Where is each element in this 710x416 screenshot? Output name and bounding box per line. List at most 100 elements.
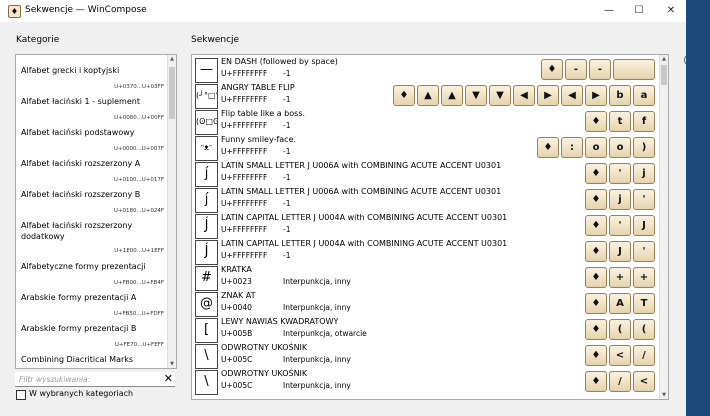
sequence-glyph: [ bbox=[195, 318, 218, 343]
sequence-list[interactable]: \ ODWROTNY UKOŚNIK U+005C Interpunkcja, inn… bbox=[191, 54, 669, 400]
scroll-up-arrow-icon[interactable]: ▲ bbox=[660, 55, 668, 63]
category-name: Arabskie formy prezentacji B bbox=[21, 324, 137, 333]
sequence-codepoint: U+FFFFFFFF bbox=[221, 69, 268, 78]
category-item[interactable]: Alfabet łaciński rozszerzony B U+0180...U… bbox=[16, 185, 166, 216]
search-box: ✕ bbox=[15, 372, 175, 387]
sequence-row[interactable]: ȷ́ LATIN SMALL LETTER J U006A with COMBIN… bbox=[195, 187, 655, 213]
category-scroll-thumb[interactable] bbox=[169, 67, 175, 119]
sequence-key: ▼ bbox=[465, 85, 487, 106]
sequence-key: J bbox=[609, 241, 631, 262]
scroll-up-arrow-icon[interactable]: ▲ bbox=[168, 55, 176, 63]
sequence-scrollbar[interactable]: ▲ ▼ bbox=[659, 55, 668, 399]
sequence-category: Interpunkcja, inny bbox=[283, 303, 351, 312]
sequence-name: Flip table like a boss. bbox=[221, 109, 306, 118]
sequence-key: o bbox=[585, 137, 607, 158]
sequence-key: : bbox=[561, 137, 583, 158]
sequence-row[interactable]: @ ZNAK AT U+0040 Interpunkcja, inny T A ♦ bbox=[195, 291, 655, 317]
sequence-category: Interpunkcja, otwarcie bbox=[283, 329, 367, 338]
category-item[interactable]: Alfabetyczne formy prezentacji U+FB00...U… bbox=[16, 257, 166, 288]
compose-key-icon: ♦ bbox=[585, 163, 607, 184]
close-button[interactable]: ✕ bbox=[656, 0, 686, 22]
category-range: U+0100...U+017F bbox=[113, 177, 164, 183]
sequence-row[interactable]: \ ODWROTNY UKOŚNIK U+005C Interpunkcja, inn… bbox=[195, 369, 655, 395]
selected-categories-checkbox[interactable] bbox=[16, 390, 26, 400]
category-range: U+0000...U+007F bbox=[113, 146, 164, 152]
category-item[interactable]: Combining Diacritical Marks bbox=[16, 350, 166, 368]
category-item[interactable]: Alfabet łaciński podstawowy U+0000...U+00… bbox=[16, 123, 166, 154]
wincompose-app-icon: ♦ bbox=[8, 5, 21, 18]
sequence-category: -1 bbox=[283, 121, 291, 130]
category-name: Alfabet grecki i koptyjski bbox=[21, 66, 120, 75]
scroll-down-arrow-icon[interactable]: ▼ bbox=[660, 391, 668, 399]
sequence-glyph: ᵔᴥᵔ bbox=[195, 136, 218, 161]
sequence-key: t bbox=[609, 111, 631, 132]
sequence-codepoint: U+FFFFFFFF bbox=[221, 225, 268, 234]
sequence-name: LATIN SMALL LETTER J U006A with COMBININ… bbox=[221, 187, 502, 196]
compose-key-icon: ♦ bbox=[541, 59, 563, 80]
category-item[interactable]: Alfabet łaciński rozszerzony A U+0100...U… bbox=[16, 154, 166, 185]
sequence-row[interactable]: J́ LATIN CAPITAL LETTER J U004A with COMB… bbox=[195, 213, 655, 239]
sequence-scroll-thumb[interactable] bbox=[661, 65, 667, 85]
sequence-key: + bbox=[609, 267, 631, 288]
selected-categories-label: W wybranych kategoriach bbox=[29, 389, 134, 398]
sequence-codepoint: U+005C bbox=[221, 381, 253, 390]
sequence-glyph: (╯°□° bbox=[195, 84, 218, 109]
sequences-label: Sekwencje bbox=[191, 35, 240, 45]
minimize-button[interactable]: — bbox=[594, 0, 624, 22]
category-item[interactable]: Alfabet łaciński rozszerzony dodatkowy U+… bbox=[16, 216, 166, 256]
sequence-name: ZNAK AT bbox=[221, 291, 256, 300]
sequence-codepoint: U+FFFFFFFF bbox=[221, 121, 268, 130]
category-list[interactable]: Combining Diacritical Marks Arabskie form… bbox=[15, 54, 177, 369]
maximize-button[interactable]: ☐ bbox=[624, 0, 654, 22]
category-range: U+FB50...U+FDFF bbox=[113, 311, 164, 317]
sequence-row[interactable]: (ʘ□ʘ Flip table like a boss. U+FFFFFFFF -1 f… bbox=[195, 109, 655, 135]
category-item[interactable]: Arabskie formy prezentacji A U+FB50...U+F… bbox=[16, 288, 166, 319]
sequence-row[interactable]: # KRATKA U+0023 Interpunkcja, inny + + ♦ bbox=[195, 265, 655, 291]
scroll-down-arrow-icon[interactable]: ▼ bbox=[168, 360, 176, 368]
category-range: U+0080...U+00FF bbox=[114, 115, 164, 121]
sequence-key: ▶ bbox=[537, 85, 559, 106]
category-item[interactable]: Arabskie formy prezentacji B U+FE70...U+F… bbox=[16, 319, 166, 350]
sequence-key: j bbox=[609, 189, 631, 210]
search-input[interactable] bbox=[19, 373, 149, 385]
sequence-row[interactable]: (╯°□° ANGRY TABLE FLIP U+FFFFFFFF -1 a b ▶ ◀ ▶ ◀ ▼… bbox=[195, 83, 655, 109]
sequence-glyph: ȷ́ bbox=[195, 162, 218, 187]
collapse-panel-icon[interactable]: ‹ bbox=[684, 54, 686, 66]
sequence-row[interactable]: — EN DASH (followed by space) U+FFFFFFFF -1… bbox=[195, 57, 655, 83]
category-name: Alfabetyczne formy prezentacji bbox=[21, 262, 146, 271]
sequence-key: < bbox=[609, 345, 631, 366]
category-item[interactable]: Alfabet łaciński 1 - suplement U+0080...U… bbox=[16, 92, 166, 123]
sequence-category: -1 bbox=[283, 199, 291, 208]
compose-key-icon: ♦ bbox=[585, 371, 607, 392]
sequence-key: A bbox=[609, 293, 631, 314]
sequence-glyph: J́ bbox=[195, 240, 218, 265]
title-bar[interactable]: ♦ Sekwencje — WinCompose — ☐ ✕ bbox=[0, 0, 686, 22]
sequence-name: KRATKA bbox=[221, 265, 252, 274]
sequence-glyph: J́ bbox=[195, 214, 218, 239]
main-window: ♦ Sekwencje — WinCompose — ☐ ✕ Kategorie… bbox=[0, 0, 686, 416]
sequence-row[interactable]: ȷ́ LATIN SMALL LETTER J U006A with COMBIN… bbox=[195, 161, 655, 187]
category-item[interactable]: Alfabet grecki i koptyjski U+0370...U+03F… bbox=[16, 61, 166, 92]
compose-key-icon: ♦ bbox=[393, 85, 415, 106]
sequence-glyph: # bbox=[195, 266, 218, 291]
sequence-row[interactable]: [LEWY NAWIAS KWADRATOWY U+005B Interpunkcj… bbox=[195, 317, 655, 343]
sequence-codepoint: U+0023 bbox=[221, 277, 252, 286]
sequence-key: ▼ bbox=[489, 85, 511, 106]
sequence-codepoint: U+005B bbox=[221, 329, 253, 338]
compose-key-icon: ♦ bbox=[537, 137, 559, 158]
sequence-key: ◀ bbox=[561, 85, 583, 106]
sequence-category: -1 bbox=[283, 173, 291, 182]
sequence-name: LATIN SMALL LETTER J U006A with COMBININ… bbox=[221, 161, 502, 170]
sequence-glyph: @ bbox=[195, 292, 218, 317]
category-range: U+FB00...U+FB4F bbox=[113, 280, 164, 286]
compose-key-icon: ♦ bbox=[585, 319, 607, 340]
categories-label: Kategorie bbox=[16, 35, 60, 45]
category-scrollbar[interactable]: ▲ ▼ bbox=[167, 55, 176, 368]
sequence-row[interactable]: J́ LATIN CAPITAL LETTER J U004A with COMB… bbox=[195, 239, 655, 265]
category-name: Arabskie formy prezentacji A bbox=[21, 293, 137, 302]
sequence-glyph: \ bbox=[195, 370, 218, 395]
clear-search-icon[interactable]: ✕ bbox=[164, 372, 173, 385]
sequence-glyph: ȷ́ bbox=[195, 188, 218, 213]
sequence-row[interactable]: \ ODWROTNY UKOŚNIK U+005C Interpunkcja, inn… bbox=[195, 343, 655, 369]
sequence-row[interactable]: ᵔᴥᵔ Funny smiley-face. U+FFFFFFFF -1) o o: ♦ bbox=[195, 135, 655, 161]
